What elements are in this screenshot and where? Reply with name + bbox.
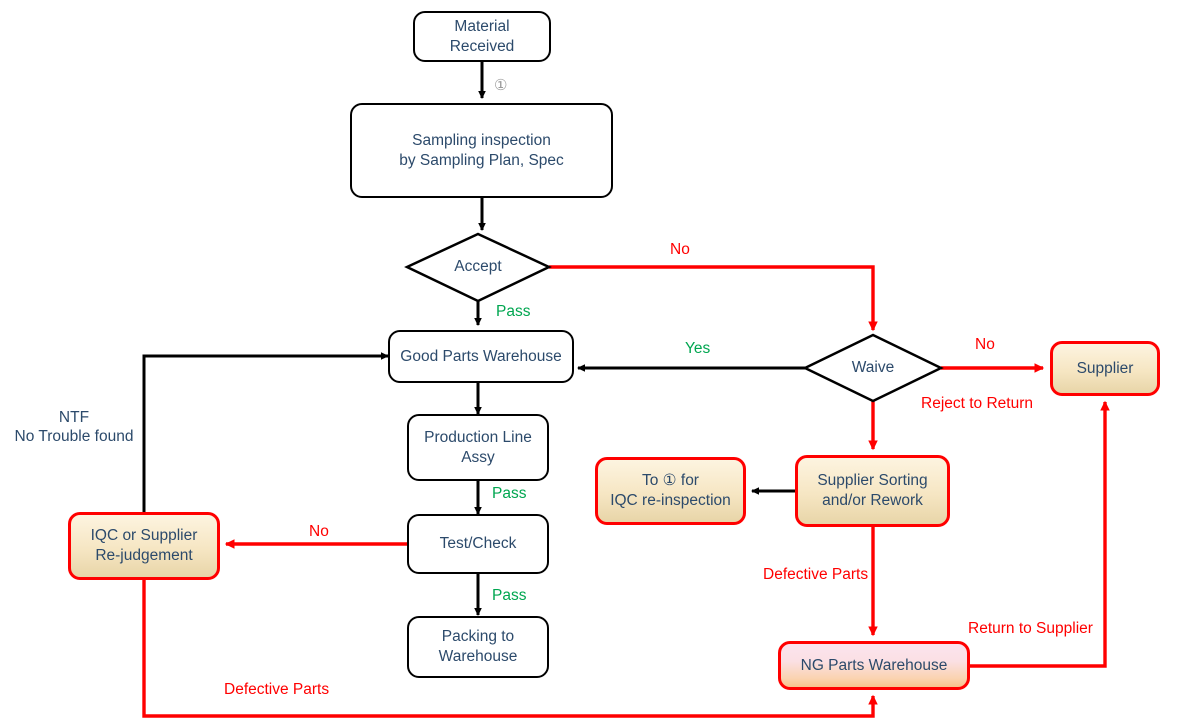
edge-label-ntf: NTF No Trouble found xyxy=(14,409,134,446)
node-supplier-sorting-rework[interactable]: Supplier Sorting and/or Rework xyxy=(795,455,950,527)
node-test-check[interactable]: Test/Check xyxy=(407,514,549,574)
step-one-icon: ① xyxy=(494,77,508,94)
node-material-received[interactable]: Material Received xyxy=(413,11,551,62)
node-production-line-assy[interactable]: Production Line Assy xyxy=(407,414,549,481)
edge-label-accept-pass: Pass xyxy=(496,303,531,320)
edge-label-return-to-supplier: Return to Supplier xyxy=(968,620,1093,637)
to-iqc-reinspection-text: To ① for IQC re-inspection xyxy=(610,471,731,511)
edge-label-test-pass: Pass xyxy=(492,587,527,604)
node-supplier[interactable]: Supplier xyxy=(1050,341,1160,396)
node-good-parts-warehouse[interactable]: Good Parts Warehouse xyxy=(388,330,574,383)
edge-label-assy-pass: Pass xyxy=(492,485,527,502)
node-accept-shape[interactable] xyxy=(404,232,552,303)
to-label-pre: To xyxy=(641,472,663,490)
edge-label-test-no: No xyxy=(309,523,329,540)
node-sampling-inspection[interactable]: Sampling inspection by Sampling Plan, Sp… xyxy=(350,103,613,198)
node-iqc-or-supplier-rejudgement[interactable]: IQC or Supplier Re-judgement xyxy=(68,512,220,580)
edge-label-defective-parts-bottom: Defective Parts xyxy=(224,681,330,698)
step-one-marker-icon: ① xyxy=(662,472,677,490)
node-packing-to-warehouse[interactable]: Packing to Warehouse xyxy=(407,616,549,678)
node-ng-parts-warehouse[interactable]: NG Parts Warehouse xyxy=(778,641,970,690)
flowchart-canvas: Material Received Sampling inspection by… xyxy=(0,0,1183,727)
edge-label-reject-to-return: Reject to Return xyxy=(921,395,1033,412)
edge-label-waive-no: No xyxy=(975,336,995,353)
edge-label-waive-yes: Yes xyxy=(685,340,711,357)
node-waive-shape[interactable] xyxy=(802,333,944,403)
edge-label-accept-no: No xyxy=(670,241,690,258)
node-to-iqc-reinspection[interactable]: To ① for IQC re-inspection xyxy=(595,457,746,525)
edge-label-defective-parts-right: Defective Parts xyxy=(763,566,869,583)
